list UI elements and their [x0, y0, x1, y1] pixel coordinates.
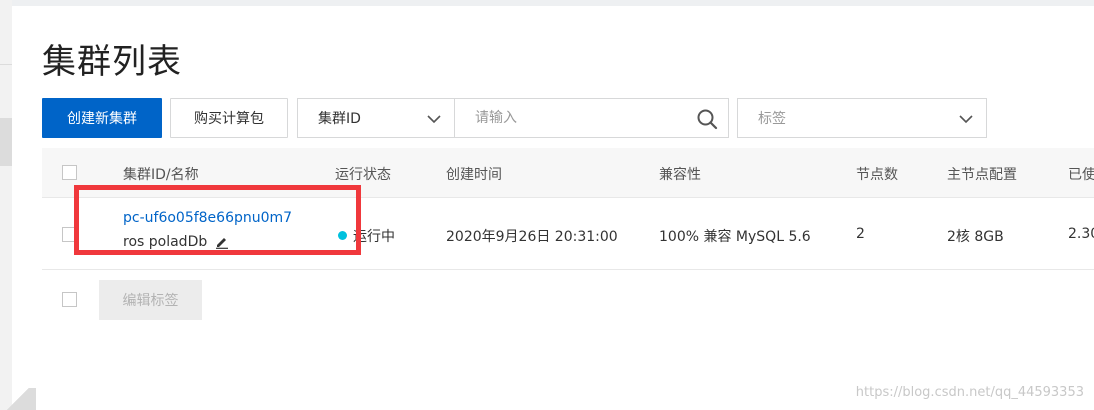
header-used: 已使 — [1068, 167, 1094, 183]
chevron-down-icon — [427, 115, 441, 124]
search-field-select-value: 集群ID — [318, 111, 361, 127]
created-time: 2020年9月26日 20:31:00 — [446, 229, 618, 245]
header-cluster-id: 集群ID/名称 — [123, 167, 199, 183]
status-text: 运行中 — [353, 229, 395, 245]
sidebar-divider — [0, 64, 12, 65]
main-panel: 集群列表 创建新集群 购买计算包 集群ID 标签 集群ID/名称 运行状态 — [12, 6, 1094, 410]
search-input[interactable] — [455, 99, 685, 137]
cluster-name-cell: ros poladDb — [123, 234, 229, 250]
cluster-name: ros poladDb — [123, 234, 208, 250]
sidebar-collapse-handle[interactable] — [0, 118, 12, 166]
header-nodes: 节点数 — [856, 167, 898, 183]
header-master-spec: 主节点配置 — [947, 167, 1017, 183]
master-spec: 2核 8GB — [947, 229, 1004, 245]
header-created: 创建时间 — [446, 167, 502, 183]
search-field-select[interactable]: 集群ID — [297, 98, 455, 138]
tag-select[interactable]: 标签 — [737, 98, 987, 138]
edit-tags-button[interactable]: 编辑标签 — [99, 280, 202, 320]
row-checkbox[interactable] — [62, 227, 77, 242]
left-sidebar-edge — [0, 0, 12, 410]
search-box — [455, 98, 729, 138]
bulk-select-checkbox[interactable] — [62, 292, 77, 307]
header-compat: 兼容性 — [659, 167, 701, 183]
corner-decoration — [0, 388, 36, 410]
search-icon[interactable] — [696, 108, 718, 130]
chevron-down-icon — [959, 115, 973, 124]
compatibility: 100% 兼容 MySQL 5.6 — [659, 229, 811, 245]
table-row: pc-uf6o05f8e66pnu0m7 ros poladDb 运行中 202… — [42, 198, 1094, 270]
status-running-dot — [338, 231, 347, 240]
page-title: 集群列表 — [42, 42, 182, 82]
used-storage: 2.30 — [1068, 226, 1094, 242]
node-count: 2 — [856, 226, 865, 242]
watermark: https://blog.csdn.net/qq_44593353 — [855, 385, 1084, 400]
edit-pencil-icon[interactable] — [215, 235, 229, 249]
cluster-id-link[interactable]: pc-uf6o05f8e66pnu0m7 — [123, 210, 292, 226]
header-status: 运行状态 — [335, 167, 391, 183]
buy-compute-package-button[interactable]: 购买计算包 — [170, 98, 288, 138]
tag-select-placeholder: 标签 — [758, 111, 786, 127]
create-cluster-button[interactable]: 创建新集群 — [42, 98, 162, 138]
table-header: 集群ID/名称 运行状态 创建时间 兼容性 节点数 主节点配置 已使 — [42, 148, 1094, 198]
select-all-checkbox[interactable] — [62, 165, 77, 180]
